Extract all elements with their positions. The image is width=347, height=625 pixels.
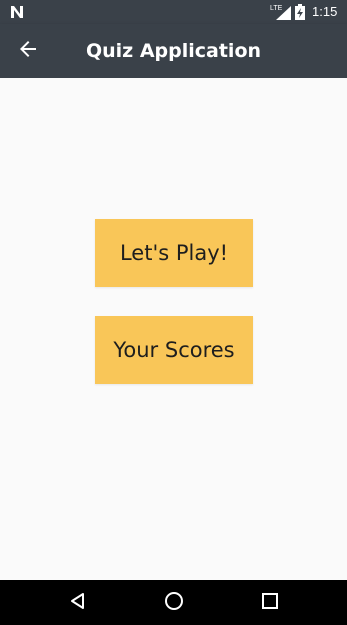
triangle-back-icon xyxy=(69,592,87,614)
nav-back-button[interactable] xyxy=(63,588,93,618)
lets-play-button[interactable]: Let's Play! xyxy=(95,219,253,287)
page-title: Quiz Application xyxy=(85,40,262,62)
nav-home-button[interactable] xyxy=(159,588,189,618)
status-time: 1:15 xyxy=(312,4,338,19)
lte-signal-icon: LTE xyxy=(270,3,292,21)
n-notification-icon xyxy=(9,4,25,20)
nav-recents-button[interactable] xyxy=(255,588,285,618)
status-bar: LTE 1:15 xyxy=(0,0,347,24)
arrow-left-icon xyxy=(18,39,38,63)
main-content: Let's Play! Your Scores xyxy=(0,78,347,580)
navigation-bar xyxy=(0,580,347,625)
back-button[interactable] xyxy=(12,35,44,67)
your-scores-button[interactable]: Your Scores xyxy=(95,316,253,384)
circle-home-icon xyxy=(164,591,184,615)
app-bar: Quiz Application xyxy=(0,24,347,78)
square-recents-icon xyxy=(261,592,279,614)
network-label: LTE xyxy=(270,5,283,12)
battery-charging-icon xyxy=(295,4,305,20)
